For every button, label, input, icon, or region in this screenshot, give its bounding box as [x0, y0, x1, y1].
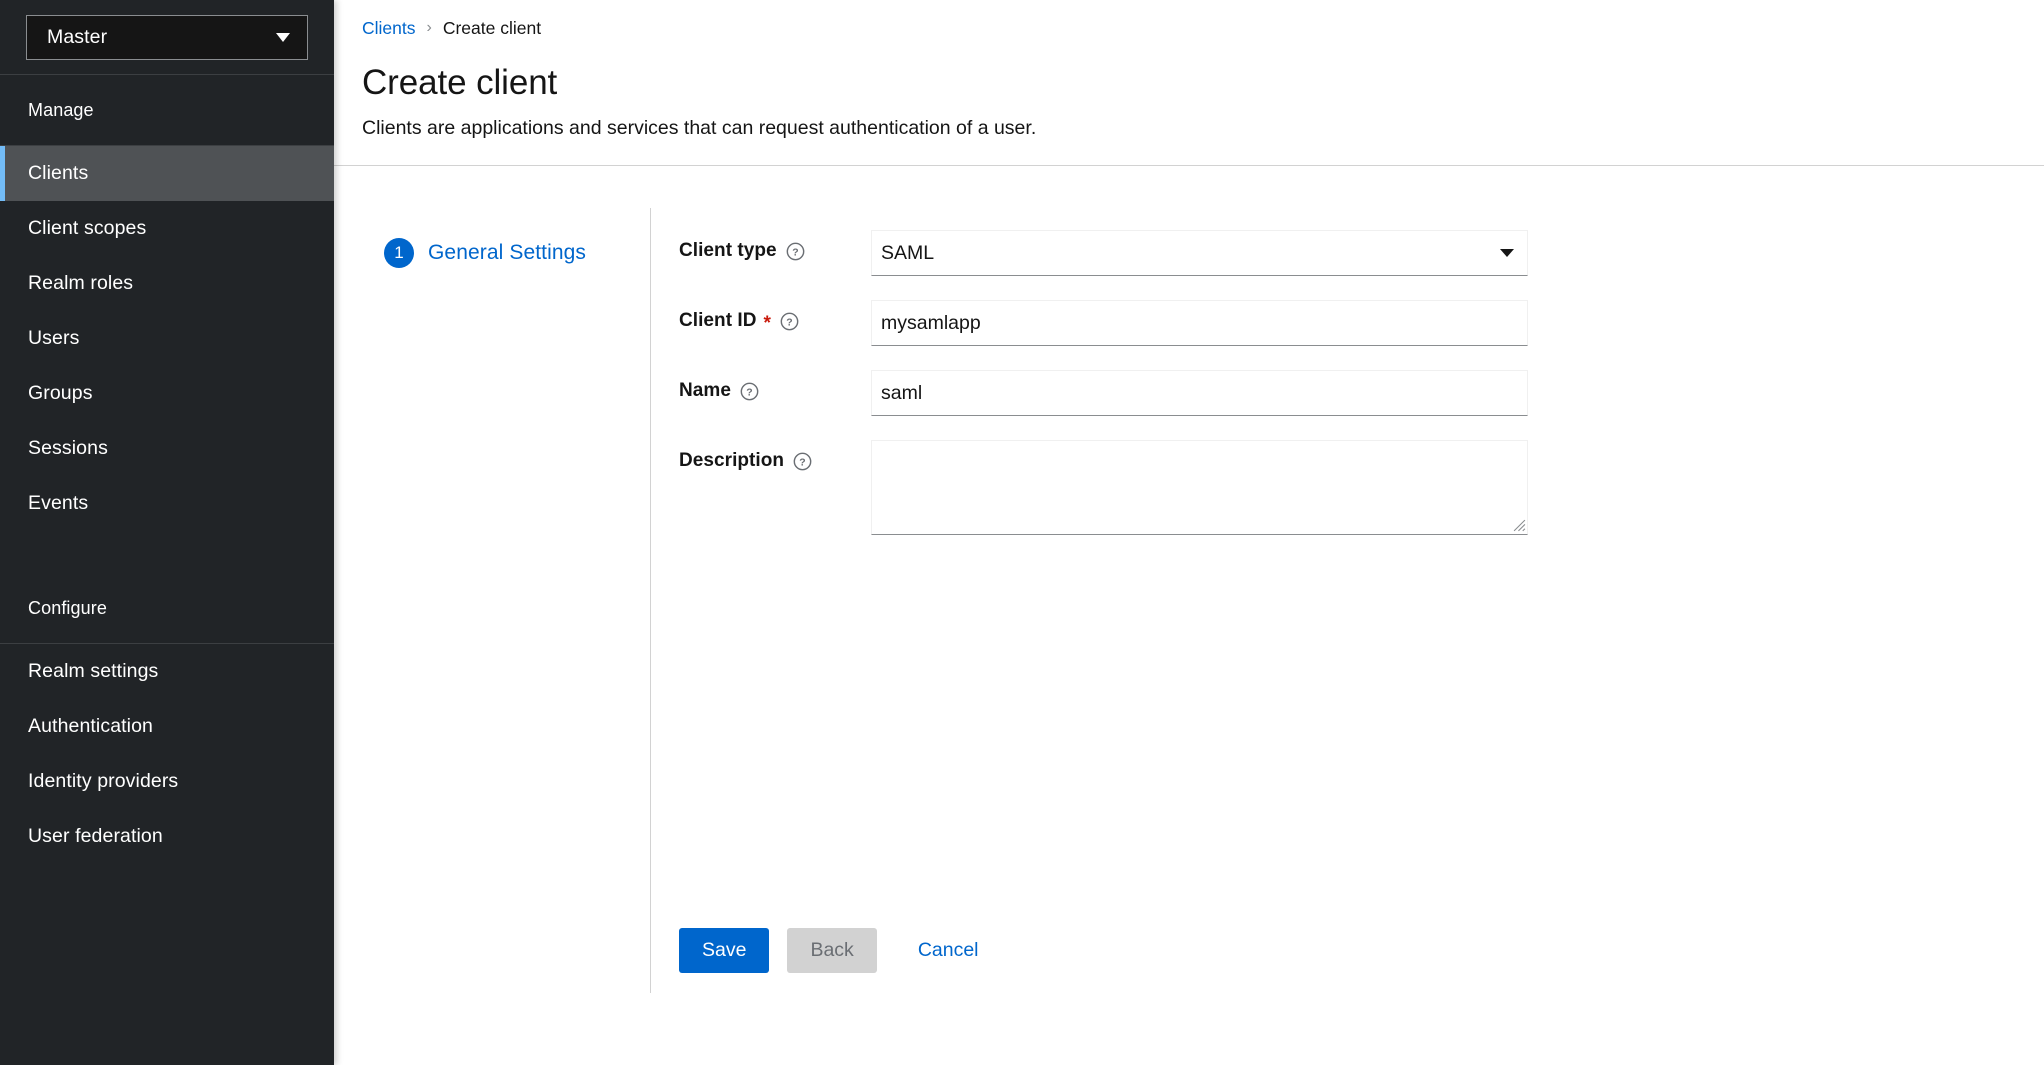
sidebar-section-configure-label: Configure [0, 573, 334, 643]
realm-selector[interactable]: Master [26, 15, 308, 60]
name-label: Name [679, 380, 731, 402]
client-type-selected-value: SAML [881, 242, 934, 265]
wizard-step-nav: 1 General Settings [334, 208, 651, 993]
name-field-wrap [871, 370, 1528, 416]
name-label-group: Name ? [679, 370, 871, 402]
name-input[interactable] [871, 370, 1528, 416]
sidebar-item-users[interactable]: Users [0, 311, 334, 366]
page-subtitle: Clients are applications and services th… [362, 115, 2044, 141]
sidebar-section-manage-label: Manage [0, 75, 334, 145]
sidebar-item-identity-providers[interactable]: Identity providers [0, 754, 334, 809]
client-type-select[interactable]: SAML [871, 230, 1528, 276]
caret-down-icon [1500, 249, 1514, 257]
sidebar-item-groups[interactable]: Groups [0, 366, 334, 421]
description-label-group: Description ? [679, 440, 871, 472]
description-textarea[interactable] [871, 440, 1528, 535]
form-row-name: Name ? [679, 370, 2044, 416]
back-button: Back [787, 928, 876, 973]
client-type-field-wrap: SAML [871, 230, 1528, 276]
sidebar-manage-list: Clients Client scopes Realm roles Users … [0, 146, 334, 531]
wizard-footer-actions: Save Back Cancel [651, 928, 2044, 993]
description-label: Description [679, 450, 784, 472]
sidebar-section-gap [0, 531, 334, 573]
form-row-description: Description ? [679, 440, 2044, 535]
page-header: Clients › Create client Create client Cl… [334, 0, 2044, 141]
required-asterisk: * [764, 314, 771, 333]
sidebar-configure-list: Realm settings Authentication Identity p… [0, 644, 334, 864]
sidebar-item-events[interactable]: Events [0, 476, 334, 531]
sidebar-item-realm-settings[interactable]: Realm settings [0, 644, 334, 699]
sidebar-item-client-scopes[interactable]: Client scopes [0, 201, 334, 256]
client-id-field-wrap [871, 300, 1528, 346]
client-id-input[interactable] [871, 300, 1528, 346]
save-button[interactable]: Save [679, 928, 769, 973]
breadcrumb-separator-icon: › [427, 19, 432, 37]
breadcrumb-current: Create client [443, 18, 541, 39]
wizard-form-panel: Client type ? SAML [651, 208, 2044, 993]
admin-console-page: Master Manage Clients Client scopes Real… [0, 0, 2044, 1065]
wizard-step-general-settings[interactable]: 1 General Settings [334, 238, 650, 268]
chevron-down-icon [276, 33, 290, 42]
client-id-label: Client ID [679, 310, 757, 332]
sidebar-item-realm-roles[interactable]: Realm roles [0, 256, 334, 311]
question-circle-icon[interactable]: ? [740, 382, 759, 401]
client-id-label-group: Client ID * ? [679, 300, 871, 332]
sidebar-item-sessions[interactable]: Sessions [0, 421, 334, 476]
wizard-step-label: General Settings [428, 241, 586, 265]
breadcrumb: Clients › Create client [362, 18, 2044, 45]
svg-text:?: ? [792, 247, 798, 258]
sidebar-item-clients[interactable]: Clients [0, 146, 334, 201]
main-content: Clients › Create client Create client Cl… [334, 0, 2044, 1065]
realm-selector-value: Master [47, 26, 107, 49]
realm-selector-container: Master [0, 0, 334, 74]
page-title: Create client [362, 63, 2044, 103]
client-type-label-group: Client type ? [679, 230, 871, 262]
client-type-label: Client type [679, 240, 777, 262]
question-circle-icon[interactable]: ? [793, 452, 812, 471]
sidebar-item-authentication[interactable]: Authentication [0, 699, 334, 754]
form-row-client-id: Client ID * ? [679, 300, 2044, 346]
svg-text:?: ? [786, 317, 792, 328]
general-settings-form: Client type ? SAML [651, 230, 2044, 559]
svg-text:?: ? [746, 387, 752, 398]
sidebar-item-user-federation[interactable]: User federation [0, 809, 334, 864]
svg-text:?: ? [799, 457, 805, 468]
question-circle-icon[interactable]: ? [780, 312, 799, 331]
question-circle-icon[interactable]: ? [786, 242, 805, 261]
create-client-wizard: 1 General Settings Client type [334, 166, 2044, 993]
cancel-button[interactable]: Cancel [895, 928, 1002, 973]
description-field-wrap [871, 440, 1528, 535]
wizard-step-number-badge: 1 [384, 238, 414, 268]
breadcrumb-link-clients[interactable]: Clients [362, 18, 416, 39]
form-row-client-type: Client type ? SAML [679, 230, 2044, 276]
primary-sidebar: Master Manage Clients Client scopes Real… [0, 0, 334, 1065]
